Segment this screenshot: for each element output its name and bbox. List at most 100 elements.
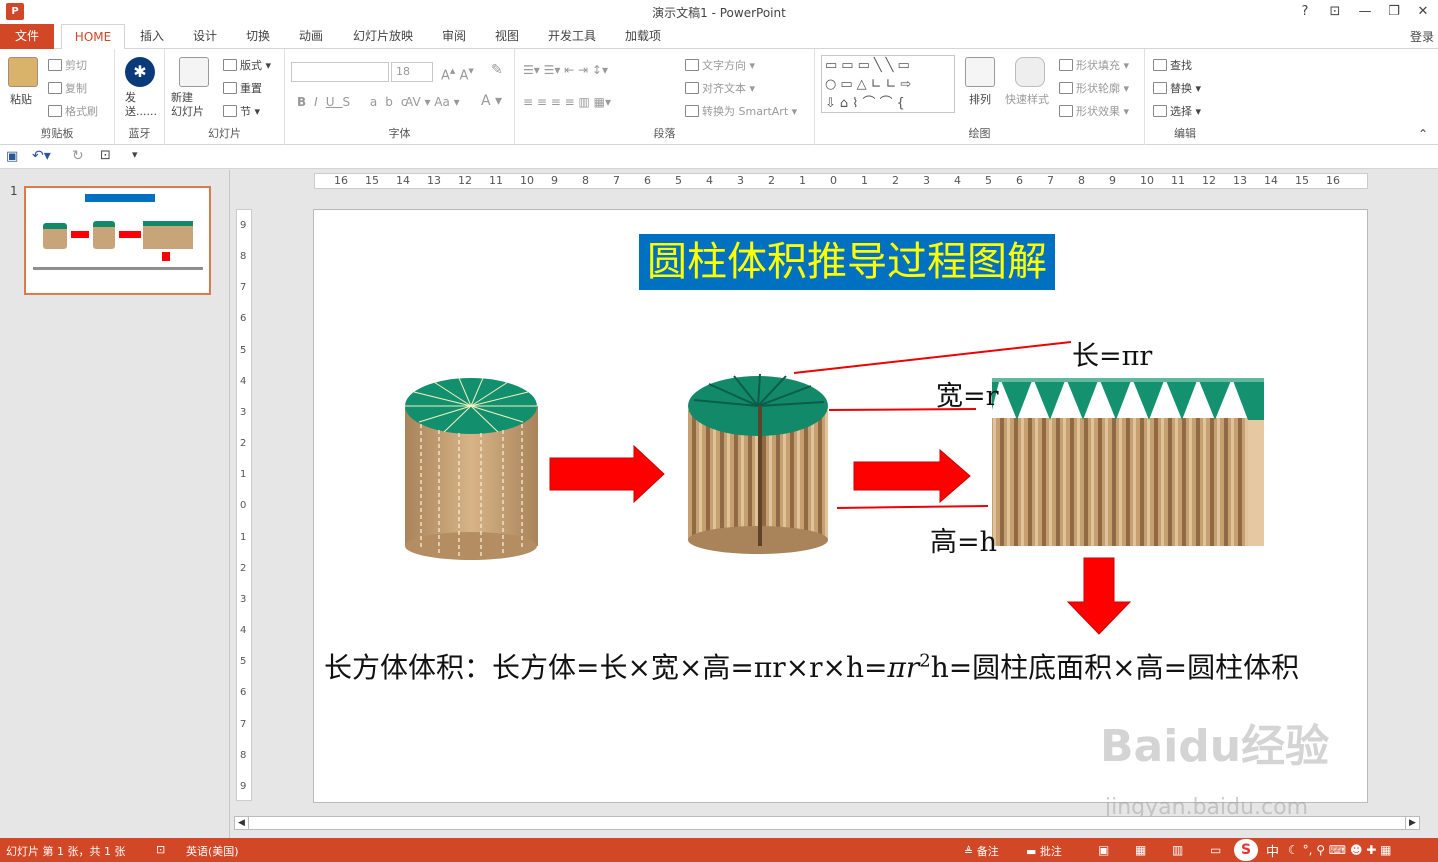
align-buttons[interactable]: ≡ ≡ ≡ ≡ ▥ ▦▾ bbox=[523, 95, 611, 109]
restore-icon[interactable]: ❐ bbox=[1381, 2, 1407, 22]
tab-developer[interactable]: 开发工具 bbox=[540, 24, 604, 49]
ruler-tick-label: 0 bbox=[830, 174, 837, 187]
select-button[interactable]: 选择 ▾ bbox=[1153, 103, 1201, 119]
cylinder-shape[interactable] bbox=[405, 377, 538, 560]
shapes-gallery[interactable]: ▭▭▭╲╲▭ ○▭△∟∟⇨ ⇩⌂⌇⌒⌒{ bbox=[821, 55, 955, 113]
collapse-ribbon-icon[interactable]: ⌃ bbox=[1418, 127, 1428, 141]
spellcheck-icon[interactable]: ⊡ bbox=[156, 843, 165, 856]
editing-group-label: 编辑 bbox=[1174, 127, 1196, 140]
title-bar: P 演示文稿1 - PowerPoint ? ⊡ — ❐ ✕ bbox=[0, 0, 1438, 24]
minimize-icon[interactable]: — bbox=[1352, 2, 1378, 22]
tab-view[interactable]: 视图 bbox=[487, 24, 527, 49]
width-label[interactable]: 宽=r bbox=[936, 374, 999, 413]
height-label[interactable]: 高=h bbox=[930, 520, 997, 559]
redo-icon[interactable]: ↻ bbox=[72, 148, 84, 164]
tab-review[interactable]: 审阅 bbox=[434, 24, 474, 49]
tab-animations[interactable]: 动画 bbox=[291, 24, 331, 49]
text-direction-button[interactable]: 文字方向 ▾ bbox=[685, 57, 755, 73]
sogou-ime-icon[interactable]: S bbox=[1234, 839, 1258, 861]
find-button[interactable]: 查找 bbox=[1153, 57, 1192, 73]
ruler-tick-label: 11 bbox=[489, 174, 503, 187]
list-buttons[interactable]: ☰▾ ☰▾ ⇤ ⇥ ↕▾ bbox=[523, 63, 608, 77]
reading-view-icon[interactable]: ▥ bbox=[1172, 843, 1183, 857]
replace-button[interactable]: 替换 ▾ bbox=[1153, 80, 1201, 96]
shape-outline-button[interactable]: 形状轮廓 ▾ bbox=[1059, 80, 1129, 96]
tab-addins[interactable]: 加载项 bbox=[617, 24, 669, 49]
right-arrow-1[interactable] bbox=[549, 444, 665, 504]
shape-outline-label: 形状轮廓 bbox=[1076, 82, 1120, 95]
language-indicator[interactable]: 英语(美国) bbox=[186, 843, 239, 859]
font-color-icon[interactable]: A ▾ bbox=[481, 93, 502, 109]
close-icon[interactable]: ✕ bbox=[1410, 2, 1436, 22]
right-arrow-2[interactable] bbox=[853, 448, 971, 504]
arrange-icon bbox=[965, 57, 995, 87]
text-direction-icon bbox=[685, 59, 699, 71]
volume-formula[interactable]: 长方体体积：长方体=长×宽×高=πr×r×h=πr2h=圆柱底面积×高=圆柱体积 bbox=[324, 646, 1299, 686]
brush-icon bbox=[48, 105, 62, 117]
scroll-right-icon[interactable]: ▶ bbox=[1405, 817, 1419, 829]
comments-button[interactable]: ▬ 批注 bbox=[1026, 843, 1062, 859]
notes-button[interactable]: ≜ 备注 bbox=[964, 843, 999, 859]
ruler-tick-label: 2 bbox=[892, 174, 899, 187]
scissors-icon bbox=[48, 59, 62, 71]
ribbon-display-options-icon[interactable]: ⊡ bbox=[1322, 2, 1348, 22]
copy-button[interactable]: 复制 bbox=[48, 80, 87, 96]
ruler-tick-label: 8 bbox=[240, 251, 247, 262]
replace-label: 替换 bbox=[1170, 82, 1192, 95]
format-painter-label: 格式刷 bbox=[65, 105, 98, 118]
section-icon bbox=[223, 105, 237, 117]
grow-font-icon[interactable]: A▴ A▾ bbox=[441, 64, 474, 83]
length-label[interactable]: 长=πr bbox=[1072, 334, 1152, 373]
new-slide-button[interactable]: 新建 幻灯片 bbox=[171, 91, 204, 119]
section-button[interactable]: 节 ▾ bbox=[223, 103, 260, 119]
cuboid-shape[interactable] bbox=[992, 378, 1264, 546]
char-spacing-icon[interactable]: AV ▾ Aa ▾ bbox=[405, 95, 460, 109]
font-style-buttons[interactable]: BIUS abc bbox=[297, 95, 416, 109]
align-text-icon bbox=[685, 82, 699, 94]
layout-icon bbox=[223, 59, 237, 71]
thumbnail-arrow bbox=[71, 231, 89, 238]
shape-fill-button[interactable]: 形状填充 ▾ bbox=[1059, 57, 1129, 73]
comments-label: 批注 bbox=[1039, 845, 1062, 858]
send-button[interactable]: 发送...... bbox=[125, 91, 157, 119]
normal-view-icon[interactable]: ▣ bbox=[1098, 843, 1109, 857]
customize-qat-icon[interactable]: ▾ bbox=[132, 148, 138, 161]
ruler-tick-label: 4 bbox=[240, 376, 247, 387]
layout-button[interactable]: 版式 ▾ bbox=[223, 57, 271, 73]
slide-sorter-icon[interactable]: ▦ bbox=[1135, 843, 1146, 857]
horizontal-scrollbar[interactable]: ◀ ▶ bbox=[234, 816, 1420, 830]
start-slideshow-icon[interactable]: ⊡ bbox=[100, 148, 111, 163]
shape-effects-button[interactable]: 形状效果 ▾ bbox=[1059, 103, 1129, 119]
cut-button[interactable]: 剪切 bbox=[48, 57, 87, 73]
tab-home[interactable]: HOME bbox=[61, 24, 125, 50]
clear-formatting-icon[interactable]: ✎ bbox=[491, 62, 503, 78]
ime-mode[interactable]: 中 bbox=[1266, 841, 1279, 860]
ime-toolbar-icons[interactable]: ☾ °, ⚲ ⌨ ☻ ✚ ▦ bbox=[1288, 843, 1391, 857]
slideshow-view-icon[interactable]: ▭ bbox=[1210, 843, 1221, 857]
slide-thumbnail[interactable] bbox=[24, 186, 211, 295]
align-text-button[interactable]: 对齐文本 ▾ bbox=[685, 80, 755, 96]
tab-file[interactable]: 文件 bbox=[0, 24, 54, 49]
thumbnail-cuboid bbox=[143, 221, 193, 249]
down-arrow[interactable] bbox=[1066, 557, 1132, 635]
cut-label: 剪切 bbox=[65, 59, 87, 72]
undo-icon[interactable]: ↶▾ bbox=[32, 148, 51, 164]
save-icon[interactable]: ▣ bbox=[6, 149, 18, 164]
tab-transitions[interactable]: 切换 bbox=[238, 24, 278, 49]
tab-slideshow[interactable]: 幻灯片放映 bbox=[345, 24, 421, 49]
paste-button[interactable]: 粘贴 bbox=[10, 91, 32, 107]
smartart-button[interactable]: 转换为 SmartArt ▾ bbox=[685, 103, 797, 119]
font-name-field[interactable] bbox=[291, 62, 389, 82]
quick-styles-button[interactable]: 快速样式 bbox=[1005, 91, 1049, 107]
reset-button[interactable]: 重置 bbox=[223, 80, 262, 96]
login-link[interactable]: 登录 bbox=[1410, 28, 1434, 45]
scroll-left-icon[interactable]: ◀ bbox=[235, 817, 249, 829]
slide-info[interactable]: 幻灯片 第 1 张，共 1 张 bbox=[6, 843, 125, 859]
tab-design[interactable]: 设计 bbox=[185, 24, 225, 49]
arrange-button[interactable]: 排列 bbox=[969, 91, 991, 107]
font-size-field[interactable]: 18 bbox=[391, 62, 433, 82]
help-button[interactable]: ? bbox=[1292, 2, 1318, 22]
tab-insert[interactable]: 插入 bbox=[132, 24, 172, 49]
split-cylinder-shape[interactable] bbox=[688, 373, 828, 554]
format-painter-button[interactable]: 格式刷 bbox=[48, 103, 98, 119]
